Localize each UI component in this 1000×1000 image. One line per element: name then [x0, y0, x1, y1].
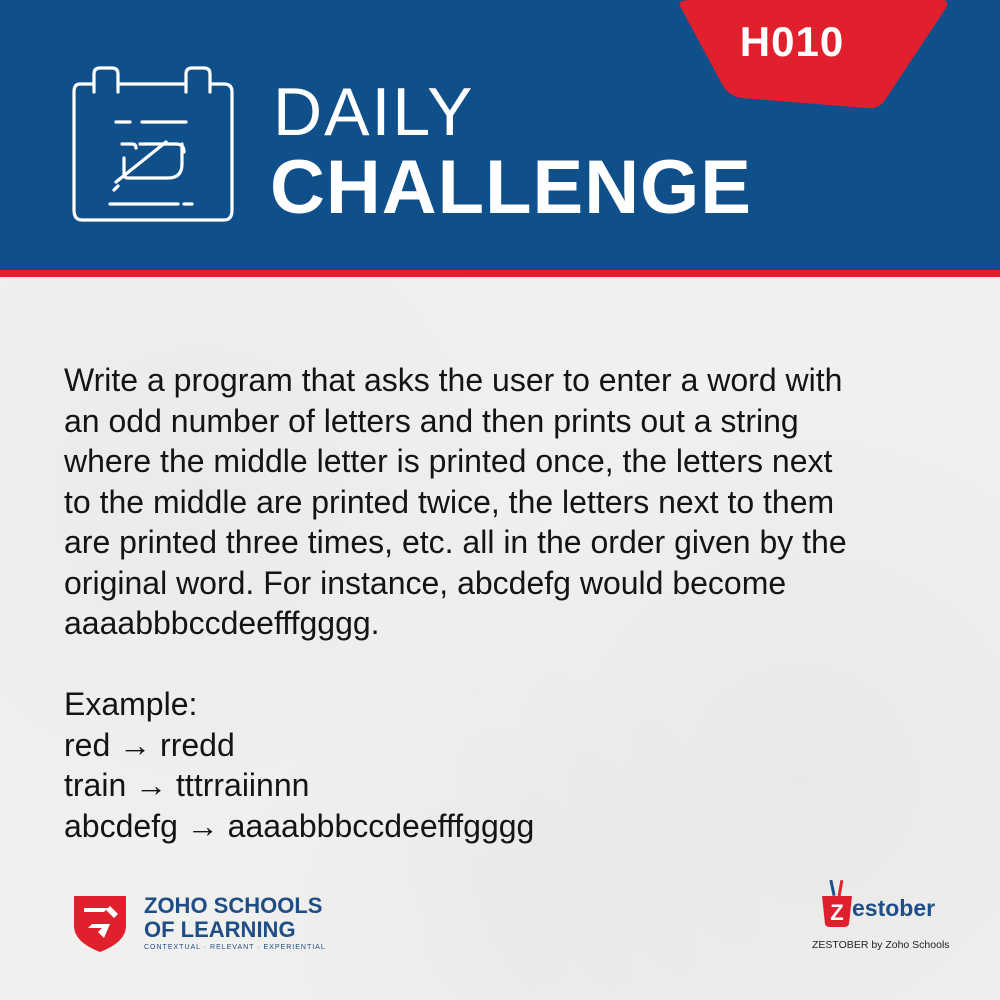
header-banner: H010 DAILY CHALLENGE [0, 0, 1000, 270]
title-challenge: CHALLENGE [270, 145, 752, 230]
problem-line: where the middle letter is printed once,… [64, 443, 833, 479]
title-daily: DAILY [273, 74, 475, 150]
zsl-name-line1: ZOHO SCHOOLS [144, 893, 323, 918]
zoho-schools-logo-block: ZOHO SCHOOLS OF LEARNING CONTEXTUAL · RE… [70, 892, 370, 954]
problem-line: original word. For instance, abcdefg wou… [64, 564, 787, 601]
example-item: train → tttrraiinnn [64, 767, 310, 803]
zestober-wordmark: estober [852, 895, 936, 921]
challenge-code: H010 [739, 18, 845, 65]
example-item: abcdefg → aaaabbbccdeefffgggg [64, 807, 535, 844]
zestober-logo-letter: Z [830, 900, 843, 925]
header-red-stripe [0, 270, 1000, 277]
problem-statement: Write a program that asks the user to en… [64, 360, 964, 644]
zoho-schools-shield-icon [74, 896, 126, 952]
zsl-name: ZOHO SCHOOLS OF LEARNING [144, 894, 322, 942]
problem-line: are printed three times, etc. all in the… [64, 524, 847, 560]
problem-line: an odd number of letters and then prints… [64, 402, 799, 439]
problem-line: aaaabbbccdeefffgggg. [64, 605, 380, 641]
problem-line: to the middle are printed twice, the let… [64, 483, 835, 520]
example-block: Example: red → rredd train → tttrraiinnn… [64, 684, 764, 846]
zestober-caption: ZESTOBER by Zoho Schools [812, 939, 950, 951]
zsl-name-line2: OF LEARNING [144, 917, 296, 942]
zsl-tagline: CONTEXTUAL · RELEVANT · EXPERIENTIAL [144, 944, 326, 951]
zestober-logo-block: Z estober ZESTOBER by Zoho Schools [808, 878, 968, 958]
problem-line: Write a program that asks the user to en… [64, 362, 843, 398]
example-item: red → rredd [64, 726, 235, 763]
example-label: Example: [64, 686, 198, 722]
zestober-pen-cup-icon: Z [822, 879, 852, 927]
calendar-edit-icon [72, 66, 234, 222]
